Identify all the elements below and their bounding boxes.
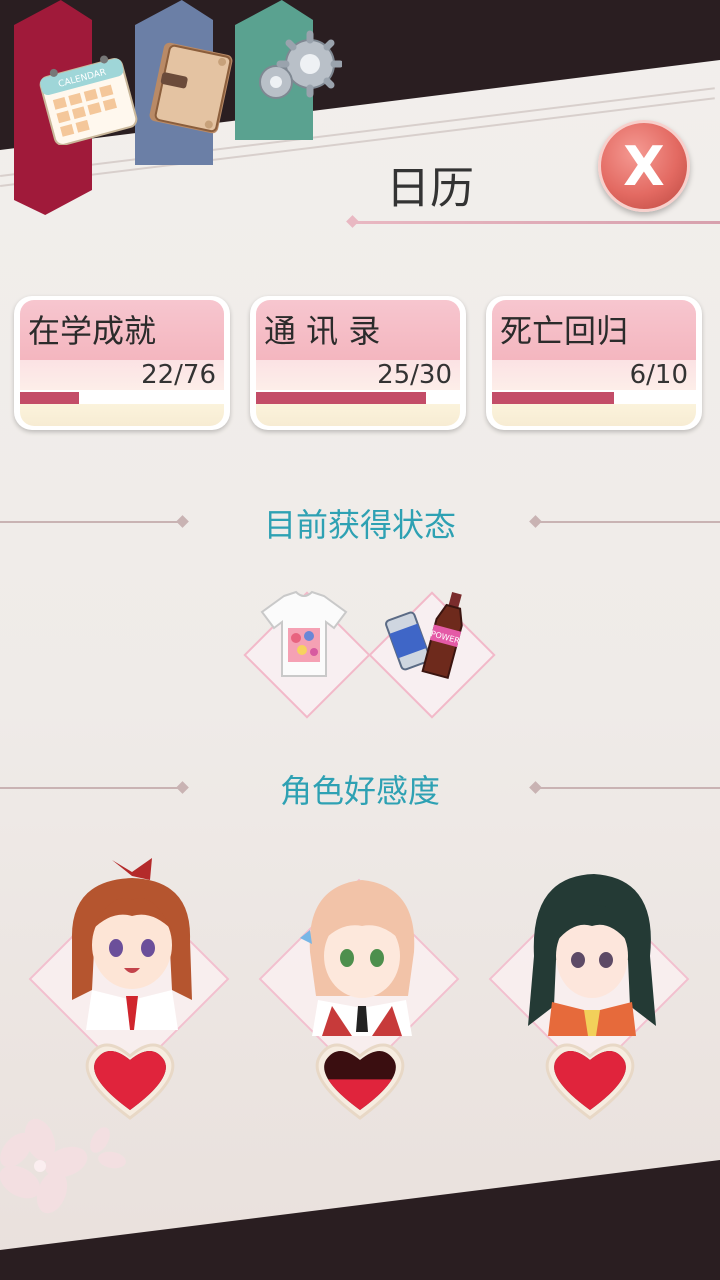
stat-card-count: 25/30 (377, 360, 452, 390)
tshirt-icon (260, 590, 348, 677)
stat-card-achievements[interactable]: 在学成就 22/76 (14, 296, 230, 430)
progress-bar (492, 392, 614, 404)
close-icon: X (623, 134, 665, 198)
stat-card-count: 22/76 (141, 360, 216, 390)
gear-icon (259, 30, 342, 99)
title-divider (352, 221, 720, 224)
power-drink-icon: POWER (385, 592, 463, 680)
progress-bar (20, 392, 79, 404)
character-portrait-redhair (71, 858, 192, 1030)
section-divider-right (536, 787, 720, 789)
stat-card-count: 6/10 (629, 360, 688, 390)
page-title: 日历 (386, 163, 474, 214)
sakura-decoration (0, 1118, 126, 1214)
character-portrait-darkhair (528, 874, 656, 1036)
affection-heart-icon (315, 1043, 405, 1120)
stat-card-deaths[interactable]: 死亡回归 6/10 (486, 296, 702, 430)
stat-card-label: 在学成就 (28, 312, 157, 350)
stat-card-label: 通 讯 录 (264, 312, 381, 350)
affection-heart-icon (545, 1043, 635, 1120)
section-divider-right (536, 521, 720, 523)
book-icon (149, 42, 233, 134)
character-portrait-pinkhair (300, 880, 415, 1036)
calendar-icon: CALENDAR (39, 55, 138, 145)
stat-card-label: 死亡回归 (500, 312, 629, 350)
close-button[interactable]: X (598, 120, 690, 212)
stat-card-contacts[interactable]: 通 讯 录 25/30 (250, 296, 466, 430)
status-section-title: 目前获得状态 (263, 506, 456, 544)
affection-section-title: 角色好感度 (279, 772, 440, 810)
progress-bar (256, 392, 426, 404)
